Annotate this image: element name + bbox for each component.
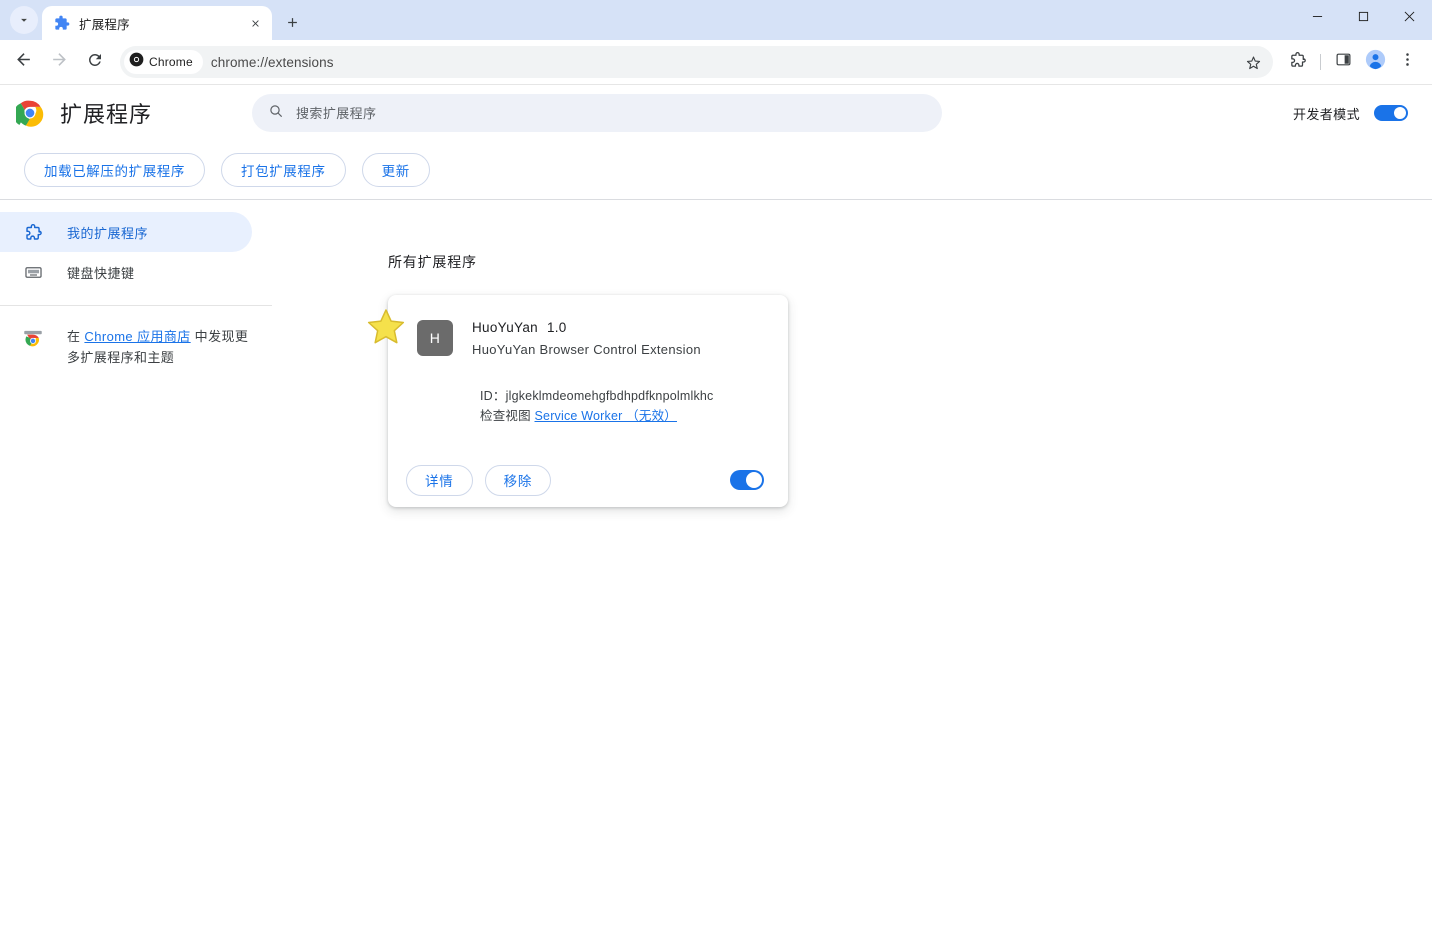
page-title: 扩展程序 bbox=[60, 102, 153, 127]
tab-search-button[interactable] bbox=[10, 6, 38, 34]
extension-description: HuoYuYan Browser Control Extension bbox=[472, 342, 701, 357]
search-icon bbox=[268, 103, 284, 124]
extension-enable-toggle-wrap bbox=[730, 470, 764, 490]
puzzle-piece-icon bbox=[54, 15, 70, 31]
account-avatar-icon bbox=[1365, 49, 1386, 75]
search-box[interactable] bbox=[252, 94, 943, 132]
extensions-page: 扩展程序 开发者模式 bbox=[0, 84, 1432, 938]
extensions-toolbar-button[interactable] bbox=[1283, 47, 1313, 77]
sidebar-item-my-extensions[interactable]: 我的扩展程序 bbox=[0, 212, 252, 252]
extension-metadata: ID：jlgkeklmdeomehgfbdhpdfknpolmlkhc 检查视图… bbox=[388, 357, 788, 426]
inspect-views-label: 检查视图 bbox=[480, 409, 531, 423]
developer-mode-control: 开发者模式 bbox=[1293, 104, 1408, 123]
toggle-knob bbox=[1394, 107, 1406, 119]
puzzle-piece-icon bbox=[23, 222, 43, 242]
chrome-web-store-link[interactable]: Chrome 应用商店 bbox=[84, 329, 190, 344]
extension-name-row: HuoYuYan 1.0 bbox=[472, 320, 701, 335]
chrome-web-store-icon bbox=[23, 328, 43, 348]
extension-name: HuoYuYan bbox=[472, 320, 538, 335]
three-dot-menu-icon bbox=[1399, 51, 1416, 73]
chrome-chip-label: Chrome bbox=[149, 55, 193, 69]
extension-version: 1.0 bbox=[546, 320, 567, 335]
chrome-logo-icon bbox=[129, 52, 144, 72]
address-bar-url: chrome://extensions bbox=[210, 54, 334, 70]
extension-id-row: ID：jlgkeklmdeomehgfbdhpdfknpolmlkhc bbox=[480, 386, 772, 406]
side-panel-icon bbox=[1335, 51, 1352, 73]
pack-extension-button[interactable]: 打包扩展程序 bbox=[221, 153, 346, 187]
extensions-body: 我的扩展程序 键盘快捷键 在 Chrome 应用商店 中发现更多扩展程序和主题 … bbox=[0, 200, 1432, 938]
chrome-web-store-promo: 在 Chrome 应用商店 中发现更多扩展程序和主题 bbox=[0, 306, 272, 368]
developer-mode-label: 开发者模式 bbox=[1292, 106, 1360, 122]
chevron-down-icon bbox=[17, 13, 31, 27]
developer-mode-toggle[interactable] bbox=[1374, 105, 1408, 121]
service-worker-link[interactable]: Service Worker （无效） bbox=[535, 409, 677, 423]
extension-card-text: HuoYuYan 1.0 HuoYuYan Browser Control Ext… bbox=[472, 320, 701, 357]
inspect-views-row: 检查视图 Service Worker （无效） bbox=[480, 406, 772, 426]
browser-toolbar: Chrome chrome://extensions bbox=[0, 40, 1432, 84]
extension-remove-button[interactable]: 移除 bbox=[484, 464, 552, 496]
puzzle-piece-icon bbox=[1289, 51, 1307, 74]
store-text-prefix: 在 bbox=[67, 329, 85, 344]
browser-window: 扩展程序 Chrome chrome://extensions 扩展程序 搜索扩… bbox=[0, 0, 1432, 938]
extension-card-header: H HuoYuYan 1.0 HuoYuYan Browser Control E… bbox=[388, 295, 788, 357]
window-close-button[interactable] bbox=[1386, 0, 1432, 32]
toolbar-divider bbox=[1320, 54, 1321, 70]
extensions-header-row: 扩展程序 开发者模式 bbox=[0, 85, 1432, 141]
extension-enable-toggle[interactable] bbox=[730, 470, 764, 490]
sidebar-item-keyboard-shortcuts[interactable]: 键盘快捷键 bbox=[0, 252, 252, 292]
extension-icon: H bbox=[417, 320, 453, 356]
back-button[interactable] bbox=[6, 45, 40, 79]
sidebar-item-label: 我的扩展程序 bbox=[67, 225, 149, 241]
reload-icon bbox=[86, 51, 104, 74]
tab-close-button[interactable] bbox=[246, 14, 264, 32]
extensions-content: 所有扩展程序 H HuoYuYan 1.0 HuoYuYan Browser Co… bbox=[272, 200, 1432, 938]
toggle-knob bbox=[746, 472, 762, 488]
tab-strip: 扩展程序 bbox=[0, 0, 1432, 40]
sidebar: 我的扩展程序 键盘快捷键 在 Chrome 应用商店 中发现更多扩展程序和主题 bbox=[0, 200, 272, 938]
arrow-forward-icon bbox=[50, 50, 69, 74]
bookmark-star-icon[interactable] bbox=[1239, 48, 1267, 76]
update-button[interactable]: 更新 bbox=[361, 153, 430, 187]
extensions-action-bar: 加载已解压的扩展程序 打包扩展程序 更新 bbox=[0, 141, 1432, 199]
browser-menu-button[interactable] bbox=[1392, 47, 1422, 77]
window-maximize-button[interactable] bbox=[1340, 0, 1386, 32]
load-unpacked-button[interactable]: 加载已解压的扩展程序 bbox=[24, 153, 205, 187]
new-tab-button[interactable] bbox=[278, 8, 306, 36]
reload-button[interactable] bbox=[78, 45, 112, 79]
sidebar-item-label: 键盘快捷键 bbox=[67, 265, 135, 281]
tab-title: 扩展程序 bbox=[79, 17, 130, 32]
forward-button[interactable] bbox=[42, 45, 76, 79]
profile-button[interactable] bbox=[1360, 47, 1390, 77]
extension-card-footer: 详情 移除 bbox=[367, 309, 788, 507]
chrome-logo-icon bbox=[13, 99, 44, 127]
extension-id-label: ID： bbox=[480, 389, 506, 403]
keyboard-icon bbox=[23, 262, 43, 282]
extension-card: H HuoYuYan 1.0 HuoYuYan Browser Control E… bbox=[367, 295, 788, 507]
arrow-back-icon bbox=[14, 50, 33, 74]
chrome-origin-chip: Chrome bbox=[124, 50, 203, 74]
extension-details-button[interactable]: 详情 bbox=[406, 464, 473, 496]
chrome-web-store-text: 在 Chrome 应用商店 中发现更多扩展程序和主题 bbox=[67, 326, 254, 368]
address-bar[interactable]: Chrome chrome://extensions bbox=[120, 46, 1273, 78]
window-minimize-button[interactable] bbox=[1294, 0, 1340, 32]
extensions-header: 扩展程序 开发者模式 bbox=[0, 85, 1432, 200]
all-extensions-heading: 所有扩展程序 bbox=[388, 254, 477, 270]
side-panel-button[interactable] bbox=[1328, 47, 1358, 77]
search-input[interactable] bbox=[296, 105, 927, 121]
browser-tab[interactable]: 扩展程序 bbox=[42, 6, 272, 40]
window-controls bbox=[1294, 0, 1432, 40]
extension-id-value: jlgkeklmdeomehgfbdhpdfknpolmlkhc bbox=[505, 389, 714, 403]
